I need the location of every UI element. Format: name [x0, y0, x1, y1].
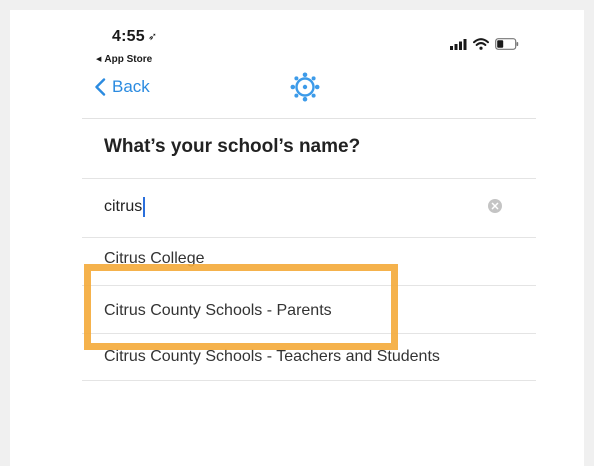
school-search-field[interactable]: citrus — [82, 178, 536, 237]
wifi-icon — [473, 38, 489, 50]
back-to-app-store[interactable]: ◀ App Store — [96, 54, 152, 65]
list-item[interactable]: Citrus County Schools - Parents — [82, 285, 536, 334]
battery-icon — [495, 38, 519, 50]
signal-icon — [450, 39, 467, 50]
chevron-left-icon — [95, 78, 106, 96]
back-button[interactable]: Back — [94, 72, 150, 102]
time-text: 4:55 — [112, 28, 145, 45]
status-time: 4:55 ➶ — [112, 28, 157, 46]
navigation-bar: Back — [82, 72, 536, 118]
result-label: Citrus College — [104, 250, 205, 267]
clear-icon[interactable] — [488, 199, 502, 213]
screenshot-frame: 4:55 ➶ ◀ App Store Back What’s your scho… — [10, 10, 584, 466]
list-item[interactable]: Citrus College — [82, 237, 536, 286]
list-item[interactable]: Citrus County Schools - Teachers and Stu… — [82, 333, 536, 382]
result-label: Citrus County Schools - Teachers and Stu… — [104, 348, 440, 365]
status-bar: 4:55 ➶ ◀ App Store — [10, 10, 584, 72]
back-button-label: Back — [112, 77, 150, 96]
search-input[interactable]: citrus — [104, 197, 146, 217]
back-triangle-icon: ◀ — [96, 56, 102, 63]
location-arrow-icon: ➶ — [147, 31, 158, 43]
text-caret — [143, 197, 146, 217]
search-input-value: citrus — [104, 198, 143, 215]
result-label: Citrus County Schools - Parents — [104, 302, 332, 319]
app-logo-icon — [290, 72, 320, 102]
page-title: What’s your school’s name? — [104, 136, 361, 157]
status-icons — [450, 38, 530, 52]
nav-divider — [82, 118, 536, 119]
back-to-app-label: App Store — [104, 54, 153, 65]
list-divider — [82, 380, 536, 381]
